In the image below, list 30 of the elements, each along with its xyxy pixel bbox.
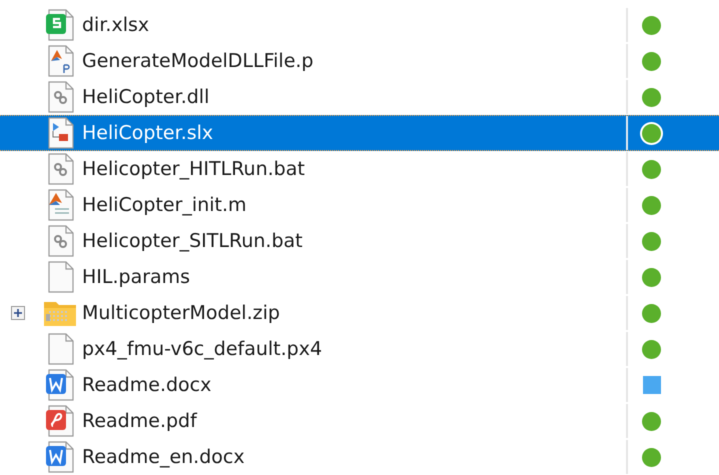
file-name: Helicopter_HITLRun.bat: [82, 158, 305, 180]
file-row[interactable]: MulticopterModel.zip: [0, 295, 719, 331]
file-name: HIL.params: [82, 266, 190, 288]
file-name: HeliCopter.slx: [82, 122, 214, 144]
word-document-icon: [45, 369, 75, 401]
file-row[interactable]: HeliCopter_init.m: [0, 187, 719, 223]
file-row[interactable]: Readme_en.docx: [0, 439, 719, 475]
file-row[interactable]: dir.xlsx: [0, 7, 719, 43]
file-name: Readme.docx: [82, 374, 212, 396]
file-name: HeliCopter_init.m: [82, 194, 247, 216]
file-row[interactable]: Readme.docx: [0, 367, 719, 403]
file-row[interactable]: Helicopter_SITLRun.bat: [0, 223, 719, 259]
file-row[interactable]: Readme.pdf: [0, 403, 719, 439]
file-name: HeliCopter.dll: [82, 86, 210, 108]
file-name: Readme.pdf: [82, 410, 197, 432]
file-row[interactable]: px4_fmu-v6c_default.px4: [0, 331, 719, 367]
file-name: Helicopter_SITLRun.bat: [82, 230, 303, 252]
expand-toggle[interactable]: [11, 306, 25, 320]
spreadsheet-icon: [45, 9, 75, 41]
file-name: px4_fmu-v6c_default.px4: [82, 338, 322, 360]
file-name: dir.xlsx: [82, 14, 150, 36]
file-row[interactable]: GenerateModelDLLFile.p: [0, 43, 719, 79]
word-document-icon: [45, 441, 75, 473]
pdf-document-icon: [45, 405, 75, 437]
file-row[interactable]: HeliCopter.slx: [0, 115, 719, 151]
file-row[interactable]: Helicopter_HITLRun.bat: [0, 151, 719, 187]
file-name: GenerateModelDLLFile.p: [82, 50, 314, 72]
file-row[interactable]: HIL.params: [0, 259, 719, 295]
file-name: MulticopterModel.zip: [82, 302, 280, 324]
file-name: Readme_en.docx: [82, 446, 245, 468]
